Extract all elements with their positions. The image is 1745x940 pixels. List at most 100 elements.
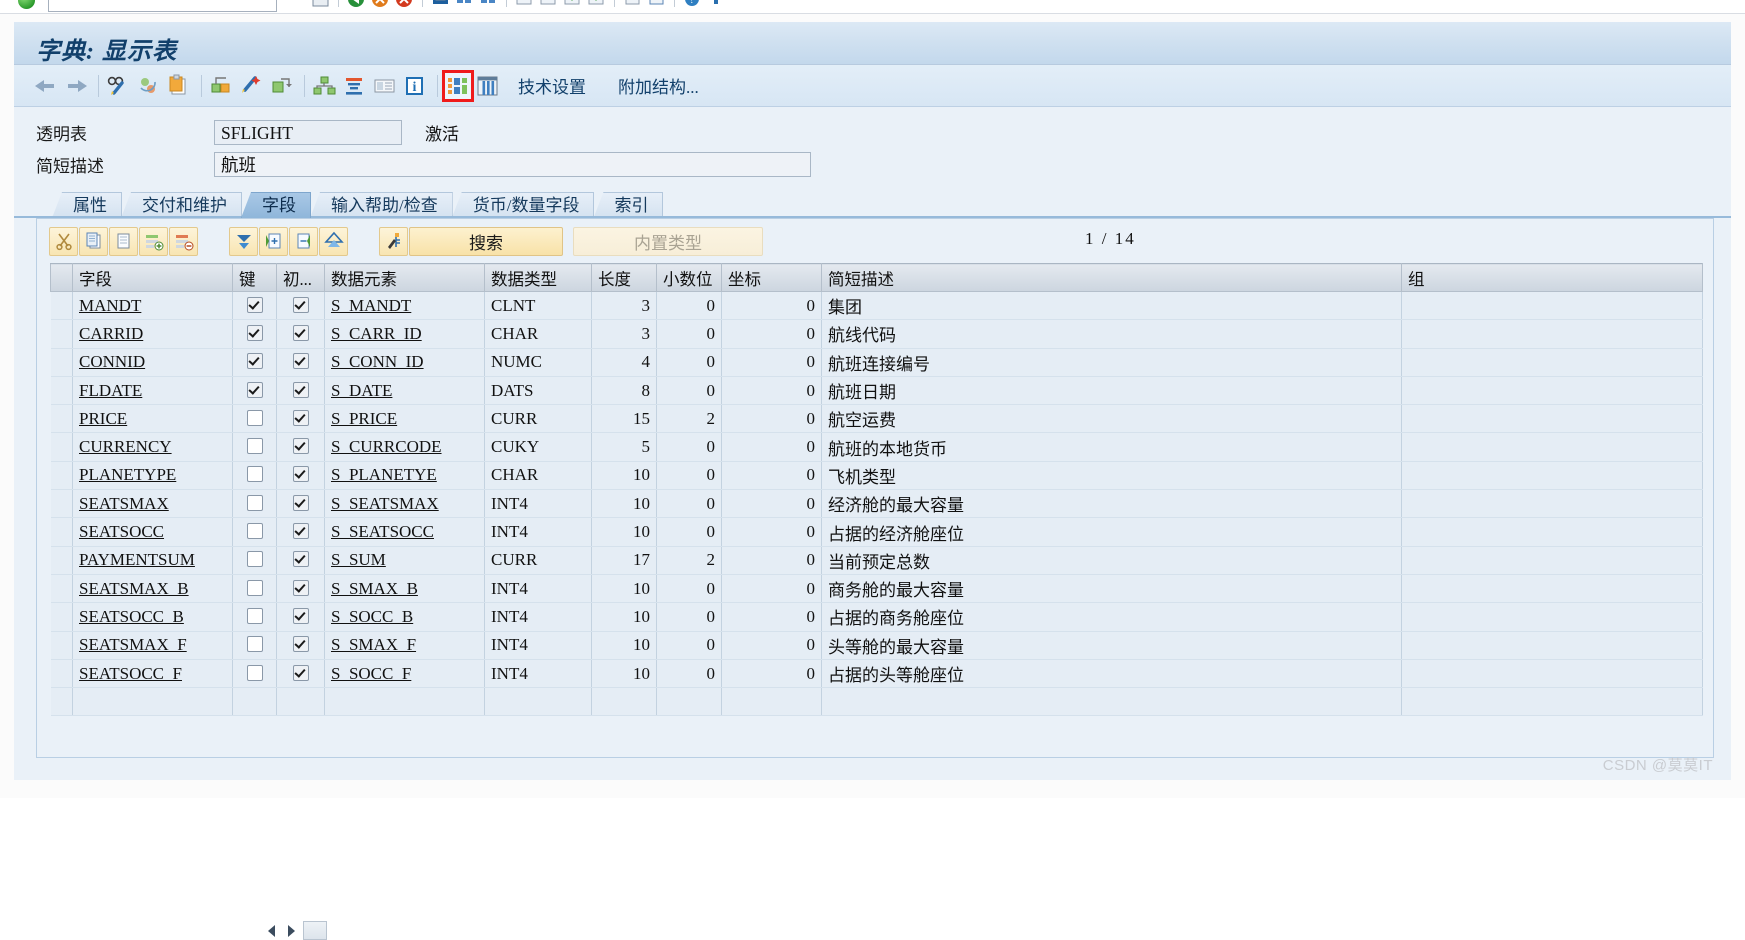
cell-decimals[interactable]: 0 (656, 291, 722, 321)
copy-icon[interactable] (79, 226, 108, 256)
cell-coordinate[interactable]: 0 (721, 461, 822, 491)
cell-short-description[interactable]: 经济舱的最大容量 (821, 489, 1402, 519)
create-shortcut-icon[interactable] (646, 0, 667, 9)
cell-field-link[interactable]: MANDT (79, 296, 141, 315)
cell-data-element-link[interactable]: S_CONN_ID (331, 352, 424, 371)
append-structure-button[interactable]: 附加结构... (618, 73, 699, 98)
scroll-left-icon[interactable] (263, 922, 279, 939)
cell-field[interactable]: CURRENCY (72, 432, 233, 462)
cell-data-element[interactable]: S_CARR_ID (324, 319, 485, 349)
tab-delivery-maintenance[interactable]: 交付和维护 (121, 192, 242, 218)
cell-length[interactable]: 4 (591, 348, 657, 377)
cell-decimals[interactable]: 0 (656, 517, 722, 547)
paste-icon[interactable] (109, 226, 138, 256)
table-row[interactable]: FLDATE S_DATE DATS 8 0 0 航班日期 (50, 376, 1703, 406)
tab-indexes[interactable]: 索引 (593, 192, 664, 218)
cell-field[interactable]: SEATSMAX_F (72, 631, 233, 660)
cell-data-element-link[interactable]: S_MANDT (331, 296, 411, 315)
cell-data-element-link[interactable]: S_PRICE (331, 409, 397, 428)
cell-coordinate[interactable]: 0 (721, 631, 822, 660)
cell-group[interactable] (1401, 574, 1703, 604)
cell-data-element-link[interactable]: S_PLANETYE (331, 465, 437, 484)
column-header-field[interactable]: 字段 (72, 263, 233, 292)
previous-page-icon[interactable] (538, 0, 559, 9)
row-handle[interactable] (50, 376, 73, 406)
cell-length[interactable]: 3 (591, 319, 657, 349)
cell-init-checkbox[interactable] (276, 659, 325, 689)
table-row[interactable]: SEATSOCC S_SEATSOCC INT4 10 0 0 占据的经济舱座位 (50, 517, 1703, 547)
cell-init-checkbox-box[interactable] (292, 466, 309, 483)
cell-data-element[interactable]: S_MANDT (324, 291, 485, 321)
cell-init-checkbox[interactable] (276, 631, 325, 660)
where-used-list-icon[interactable] (268, 72, 296, 100)
collapse-column-icon[interactable] (289, 226, 318, 256)
cell-data-type[interactable]: CHAR (484, 319, 592, 349)
cell-data-element-link[interactable]: S_CARR_ID (331, 324, 422, 343)
cell-coordinate[interactable]: 0 (721, 517, 822, 547)
column-header-length[interactable]: 长度 (591, 263, 657, 292)
cell-decimals[interactable]: 0 (656, 602, 722, 632)
cell-init-checkbox-box[interactable] (292, 438, 309, 455)
cell-group[interactable] (1401, 348, 1703, 377)
cell-length[interactable]: 5 (591, 432, 657, 462)
cell-data-type[interactable]: INT4 (484, 631, 592, 660)
cell-decimals[interactable]: 0 (656, 489, 722, 519)
row-handle[interactable] (50, 631, 73, 660)
cell-data-type[interactable]: CHAR (484, 461, 592, 491)
cell-init-checkbox-box[interactable] (292, 494, 309, 511)
hierarchy-icon[interactable] (311, 72, 339, 100)
documentation-icon[interactable] (371, 72, 399, 100)
cell-init-checkbox[interactable] (276, 574, 325, 604)
cell-key-checkbox[interactable] (232, 461, 277, 491)
table-row[interactable]: SEATSOCC_F S_SOCC_F INT4 10 0 0 占据的头等舱座位 (50, 659, 1703, 689)
cell-field[interactable]: SEATSOCC_F (72, 659, 233, 689)
cell-data-element[interactable]: S_SMAX_F (324, 631, 485, 660)
cell-length[interactable]: 8 (591, 376, 657, 406)
cell-data-type[interactable]: INT4 (484, 574, 592, 604)
predefined-type-icon[interactable] (442, 69, 474, 102)
cell-init-checkbox[interactable] (276, 546, 325, 575)
row-handle[interactable] (50, 517, 73, 547)
cell-key-checkbox-box[interactable] (246, 523, 263, 540)
cell-group[interactable] (1401, 659, 1703, 689)
table-row[interactable]: PRICE S_PRICE CURR 15 2 0 航空运费 (50, 404, 1703, 434)
cell-data-element[interactable]: S_CONN_ID (324, 348, 485, 377)
cell-field-link[interactable]: SEATSOCC (79, 522, 164, 541)
cell-data-element[interactable]: S_SOCC_B (324, 602, 485, 632)
cell-data-element[interactable] (324, 687, 485, 717)
delete-row-icon[interactable] (169, 226, 198, 256)
cell-short-description[interactable]: 占据的商务舱座位 (821, 602, 1402, 632)
cell-init-checkbox[interactable] (276, 489, 325, 519)
status-ok-icon[interactable] (18, 0, 35, 9)
tab-currency-quantity-fields[interactable]: 货币/数量字段 (451, 192, 595, 218)
table-row[interactable]: MANDT S_MANDT CLNT 3 0 0 集团 (50, 291, 1703, 321)
cell-coordinate[interactable]: 0 (721, 432, 822, 462)
cell-init-checkbox[interactable] (276, 517, 325, 547)
cell-field-link[interactable]: SEATSMAX_B (79, 579, 189, 598)
cell-init-checkbox-box[interactable] (292, 664, 309, 681)
table-name-input[interactable]: SFLIGHT (214, 119, 402, 145)
cell-init-checkbox[interactable] (276, 687, 325, 717)
cell-key-checkbox-box[interactable] (246, 353, 263, 370)
cell-field[interactable]: SEATSOCC (72, 517, 233, 547)
cell-short-description[interactable]: 航班日期 (821, 376, 1402, 406)
cell-data-element[interactable]: S_SEATSOCC (324, 517, 485, 547)
cell-length[interactable]: 10 (591, 517, 657, 547)
cell-data-element[interactable]: S_SOCC_F (324, 659, 485, 689)
cell-data-element-link[interactable]: S_SEATSMAX (331, 494, 439, 513)
cell-init-checkbox-box[interactable] (292, 353, 309, 370)
cell-init-checkbox[interactable] (276, 319, 325, 349)
cell-key-checkbox-box[interactable] (246, 494, 263, 511)
command-field[interactable] (48, 0, 277, 12)
column-header-group[interactable]: 组 (1401, 263, 1703, 292)
cell-length[interactable]: 10 (591, 631, 657, 660)
cell-key-checkbox[interactable] (232, 404, 277, 434)
row-handle[interactable] (50, 489, 73, 519)
cell-data-element[interactable]: S_PLANETYE (324, 461, 485, 491)
help-icon[interactable]: ? (682, 0, 703, 9)
cell-decimals[interactable]: 0 (656, 461, 722, 491)
cell-field-link[interactable]: SEATSOCC_F (79, 664, 182, 683)
back-icon[interactable] (346, 0, 367, 9)
cell-init-checkbox[interactable] (276, 348, 325, 377)
save-icon[interactable] (310, 0, 331, 9)
